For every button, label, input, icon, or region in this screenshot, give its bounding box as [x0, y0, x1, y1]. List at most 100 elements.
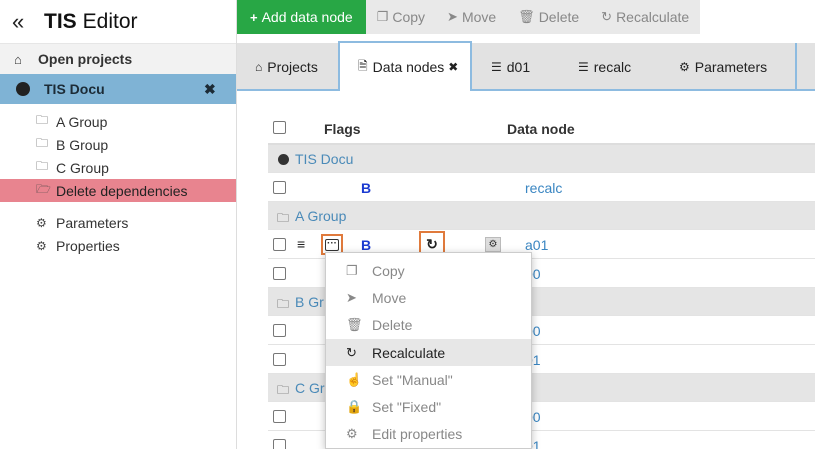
- menu-item-set-fixed[interactable]: 🔒 Set "Fixed": [326, 393, 531, 420]
- select-all-checkbox[interactable]: [273, 121, 286, 134]
- open-projects-label: Open projects: [38, 51, 133, 67]
- app-title: Editor: [82, 9, 138, 33]
- sidebar-item-label: B Group: [56, 136, 109, 153]
- row-checkbox[interactable]: [273, 267, 286, 280]
- sidebar-item-label: C Group: [56, 159, 109, 176]
- gears-icon: ⚙: [36, 238, 47, 253]
- group-label: C Gr: [295, 380, 325, 396]
- tab-d01[interactable]: ☰ d01: [473, 43, 559, 91]
- add-data-node-button[interactable]: + Add data node: [237, 0, 366, 34]
- send-icon: ➤: [447, 9, 458, 24]
- list-icon: ☰: [491, 60, 502, 74]
- circle-icon: [16, 82, 30, 96]
- sidebar-item-c-group[interactable]: 🗀 C Group: [0, 156, 236, 179]
- tab-parameters[interactable]: ⚙ Parameters: [661, 43, 797, 91]
- lock-icon: 🔒: [346, 398, 363, 414]
- hamburger-icon[interactable]: ≡: [297, 236, 305, 252]
- sidebar-item-a-group[interactable]: 🗀 A Group: [0, 110, 236, 133]
- sidebar: « TIS Editor ⌂ Open projects TIS Docu ✖ …: [0, 0, 237, 449]
- data-node-link[interactable]: recalc: [525, 180, 562, 196]
- close-project-icon[interactable]: ✖: [204, 81, 216, 98]
- delete-button[interactable]: 🗑 Delete: [507, 0, 591, 34]
- menu-item-label: Set "Manual": [372, 371, 453, 388]
- tab-recalc[interactable]: ☰ recalc: [560, 43, 660, 91]
- menu-item-label: Delete: [372, 316, 413, 333]
- row-checkbox[interactable]: [273, 353, 286, 366]
- sidebar-item-label: Properties: [56, 237, 120, 254]
- sidebar-item-properties[interactable]: ⚙ Properties: [0, 234, 236, 257]
- flags-header: Flags: [324, 121, 361, 137]
- sidebar-item-label: Delete dependencies: [56, 182, 188, 199]
- project-name: TIS Docu: [44, 81, 105, 97]
- project-row-label: TIS Docu: [295, 151, 354, 167]
- tab-label: Data nodes: [372, 59, 445, 75]
- tab-label: d01: [506, 59, 531, 75]
- project-row[interactable]: TIS Docu: [268, 145, 815, 173]
- menu-item-delete[interactable]: 🗑 Delete: [326, 311, 531, 338]
- folder-outline-icon: 🗀: [36, 136, 49, 150]
- app-brand: « TIS Editor: [0, 0, 236, 43]
- menu-item-set-manual[interactable]: ☝ Set "Manual": [326, 366, 531, 393]
- refresh-icon: ↻: [601, 9, 613, 24]
- tab-label: Parameters: [694, 59, 768, 75]
- sidebar-item-parameters[interactable]: ⚙ Parameters: [0, 211, 236, 234]
- folder-outline-icon: 🗀: [36, 113, 49, 127]
- group-row-a[interactable]: 🗀 A Group: [268, 202, 815, 230]
- menu-item-label: Recalculate: [372, 344, 446, 361]
- open-projects-header[interactable]: ⌂ Open projects: [0, 43, 236, 74]
- send-icon: ➤: [346, 289, 357, 305]
- menu-item-move[interactable]: ➤ Move: [326, 284, 531, 311]
- toolbar: + Add data node ❐ Copy ➤ Move 🗑 Delete ↻…: [237, 0, 701, 34]
- collapse-sidebar-icon[interactable]: «: [12, 9, 44, 35]
- sidebar-item-delete-dependencies[interactable]: 🗁 Delete dependencies: [0, 179, 236, 202]
- context-menu: ❐ Copy ➤ Move 🗑 Delete ↻ Recalculate ☝ S…: [325, 252, 532, 449]
- row-checkbox[interactable]: [273, 238, 286, 251]
- flag-b: B: [361, 180, 372, 196]
- ellipsis-icon: ···: [325, 237, 339, 251]
- folder-outline-icon: 🗀: [36, 159, 49, 173]
- copy-icon: ❐: [346, 262, 358, 278]
- data-node-link[interactable]: a01: [525, 237, 548, 253]
- row-checkbox[interactable]: [273, 410, 286, 423]
- tab-projects[interactable]: ⌂ Projects: [237, 43, 337, 91]
- copy-button[interactable]: ❐ Copy: [365, 0, 437, 34]
- file-icon: 🗎: [358, 58, 368, 73]
- folder-outline-icon: 🗀: [277, 297, 290, 311]
- add-data-node-label: Add data node: [261, 9, 353, 25]
- home-icon: ⌂: [14, 51, 22, 67]
- sidebar-item-label: A Group: [56, 113, 108, 130]
- circle-icon: [278, 154, 289, 165]
- tab-data-nodes[interactable]: 🗎 Data nodes ✖: [338, 41, 472, 91]
- menu-item-edit-properties[interactable]: ⚙ Edit properties: [326, 420, 531, 447]
- data-node-header: Data node: [507, 121, 575, 137]
- row-checkbox[interactable]: [273, 439, 286, 449]
- table-row[interactable]: B recalc: [268, 173, 815, 202]
- close-tab-icon[interactable]: ✖: [448, 60, 458, 74]
- sidebar-project-tis-docu[interactable]: TIS Docu ✖: [0, 74, 236, 104]
- delete-label: Delete: [538, 9, 580, 25]
- row-checkbox[interactable]: [273, 324, 286, 337]
- flag-b: B: [361, 237, 372, 253]
- sidebar-item-b-group[interactable]: 🗀 B Group: [0, 133, 236, 156]
- row-checkbox[interactable]: [273, 181, 286, 194]
- gear-icon: ⚙: [36, 215, 47, 230]
- group-label: B Gr: [295, 294, 324, 310]
- move-button[interactable]: ➤ Move: [436, 0, 508, 34]
- menu-item-label: Copy: [372, 262, 405, 279]
- copy-icon: ❐: [376, 9, 389, 24]
- menu-item-label: Set "Fixed": [372, 398, 442, 415]
- folder-open-icon: 🗁: [36, 182, 51, 196]
- group-label: A Group: [295, 208, 347, 224]
- gears-icon[interactable]: ⚙: [485, 237, 501, 252]
- menu-item-recalculate[interactable]: ↻ Recalculate: [326, 339, 531, 366]
- menu-item-copy[interactable]: ❐ Copy: [326, 257, 531, 284]
- trash-icon: 🗑: [346, 316, 363, 332]
- plus-icon: +: [250, 9, 258, 25]
- menu-item-label: Edit properties: [372, 425, 463, 442]
- recalculate-button[interactable]: ↻ Recalculate: [590, 0, 701, 34]
- tab-label: recalc: [593, 59, 632, 75]
- menu-item-label: Move: [372, 289, 407, 306]
- trash-icon: 🗑: [518, 9, 535, 24]
- table-header: Flags Data node: [268, 114, 815, 145]
- app-title-bold: TIS: [44, 9, 77, 33]
